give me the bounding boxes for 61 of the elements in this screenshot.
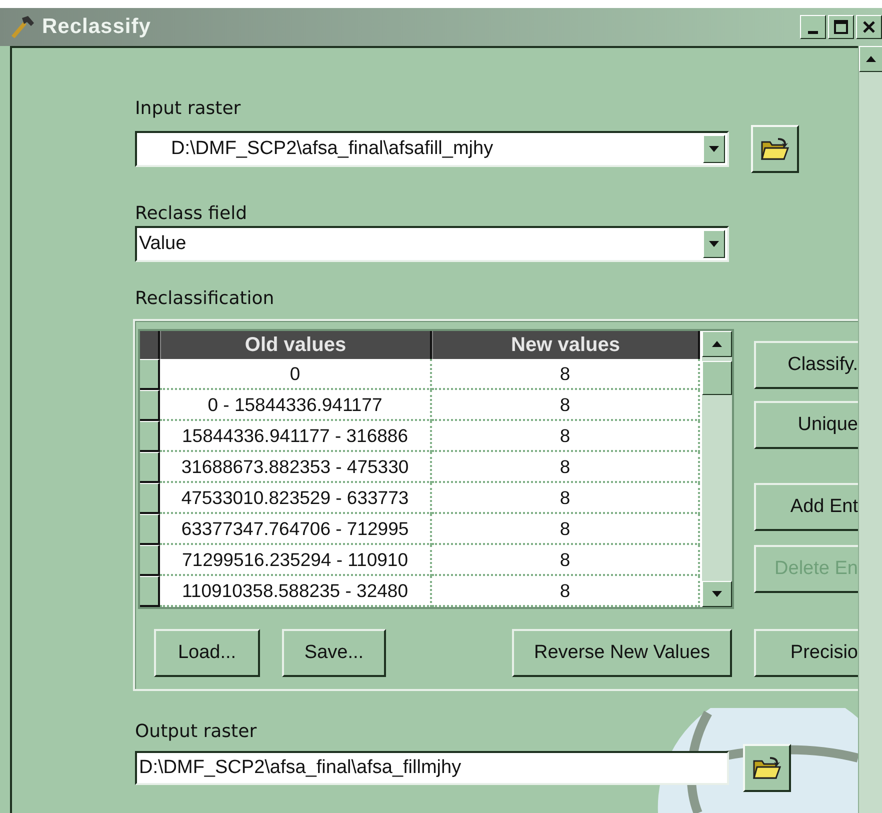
scroll-down-icon [712,591,722,597]
dialog-scrollbar[interactable] [858,46,882,813]
table-cell: 8 [432,452,700,483]
table-cell: 71299516.235294 - 110910 [160,545,432,576]
table-scrollbar[interactable] [700,331,732,607]
row-selector[interactable] [140,514,160,545]
maximize-icon [834,20,848,34]
reclass-field-label: Reclass field [135,203,248,224]
row-selector[interactable] [140,483,160,514]
scroll-up-icon [866,56,876,62]
scroll-up-icon [712,341,722,347]
scroll-thumb[interactable] [702,361,732,395]
table-cell: 8 [432,514,700,545]
reclass-field-dropdown[interactable]: Value [135,226,729,262]
reclassification-label: Reclassification [135,288,274,309]
table-cell: 63377347.764706 - 712995 [160,514,432,545]
dropdown-arrow-icon [709,146,719,152]
row-selector[interactable] [140,576,160,607]
close-icon [863,21,875,33]
row-selector[interactable] [140,390,160,421]
table-cell: 8 [432,421,700,452]
output-raster-field[interactable]: D:\DMF_SCP2\afsa_final\afsa_fillmjhy [135,751,729,785]
output-raster-label: Output raster [135,721,257,742]
table-cell: 47533010.823529 - 633773 [160,483,432,514]
action-button[interactable]: Reverse New Values [512,629,732,677]
row-selector[interactable] [140,545,160,576]
row-selector[interactable] [140,452,160,483]
table-cell: 8 [432,483,700,514]
table-cell: 110910358.588235 - 32480 [160,576,432,607]
hammer-icon [10,15,36,39]
folder-icon [760,136,790,162]
input-raster-label: Input raster [135,98,241,119]
action-button[interactable]: Save... [282,629,386,677]
table-cell: 0 - 15844336.941177 [160,390,432,421]
side-button[interactable]: Classify. [754,341,858,389]
window-title: Reclassify [42,15,152,39]
column-header[interactable]: New values [432,331,700,359]
table-cell: 31688673.882353 - 475330 [160,452,432,483]
minimize-button[interactable] [800,15,826,39]
input-raster-dropdown[interactable]: D:\DMF_SCP2\afsa_final\afsafill_mjhy [135,131,729,167]
action-button[interactable]: Load... [154,629,260,677]
action-button[interactable]: Precisio [754,629,858,677]
table-cell: 8 [432,359,700,390]
table-cell: 8 [432,390,700,421]
close-button[interactable] [856,15,882,39]
minimize-icon [808,30,818,34]
table-cell: 8 [432,545,700,576]
browse-button[interactable] [751,125,799,173]
column-header[interactable]: Old values [160,331,432,359]
table-cell: 8 [432,576,700,607]
row-selector[interactable] [140,359,160,390]
side-button[interactable]: Add Ent [754,483,858,531]
side-button[interactable]: Unique [754,401,858,449]
row-selector[interactable] [140,421,160,452]
browse-button[interactable] [743,744,791,792]
table-cell: 15844336.941177 - 316886 [160,421,432,452]
table-corner [140,331,160,359]
table-cell: 0 [160,359,432,390]
maximize-button[interactable] [828,15,854,39]
dropdown-arrow-icon [709,241,719,247]
folder-icon [752,755,782,781]
